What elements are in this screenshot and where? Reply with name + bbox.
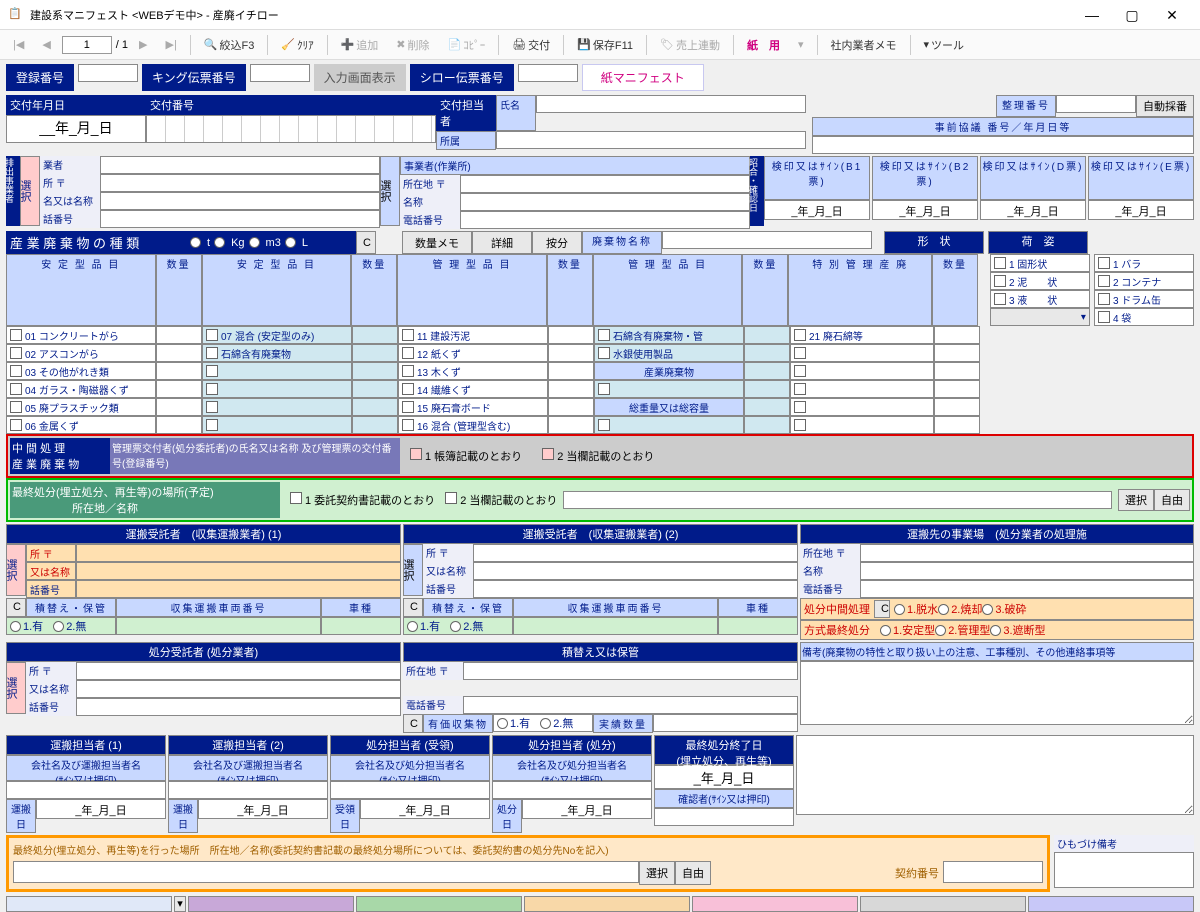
clear-button[interactable]: 🧹ｸﾘｱ xyxy=(274,34,320,56)
nisugata-item[interactable]: 2 コンテナ xyxy=(1094,272,1194,290)
seiri-number-input[interactable] xyxy=(1056,95,1136,113)
nisugata-item[interactable]: 3 ドラム缶 xyxy=(1094,290,1194,308)
keijo-item[interactable]: 2 泥 状 xyxy=(990,272,1090,290)
page-input[interactable] xyxy=(62,36,112,54)
waste-item[interactable]: 07 混合 (安定型のみ) xyxy=(202,326,352,344)
final-place-select[interactable]: 選択 xyxy=(639,861,675,885)
waste-item[interactable]: 石綿含有廃棄物 xyxy=(202,344,352,362)
waste-item[interactable]: 13 木くず xyxy=(398,362,548,380)
waste-item[interactable]: 04 ガラス・陶磁器くず xyxy=(6,380,156,398)
waste-item[interactable]: 02 アスコンがら xyxy=(6,344,156,362)
biko2-textarea[interactable] xyxy=(796,735,1194,815)
waste-item[interactable]: 01 コンクリートがら xyxy=(6,326,156,344)
waste-item[interactable]: 石綿含有廃棄物・管 xyxy=(594,326,744,344)
final-place-box: 最終処分(埋立処分、再生等)を行った場所 所在地／名称(委託契約書記載の最終処分… xyxy=(6,835,1050,892)
top-button-row: 登録番号 キング伝票番号 入力画面表示 シロー伝票番号 紙マニフェスト xyxy=(0,60,1200,95)
king-slip-button[interactable]: キング伝票番号 xyxy=(142,64,246,91)
window-titlebar: 📋 建設系マニフェスト <WEBデモ中> - 産廃イチロー — ▢ ✕ xyxy=(0,0,1200,30)
reg-number-button[interactable]: 登録番号 xyxy=(6,64,74,91)
last-page-button[interactable]: ▶| xyxy=(159,35,184,54)
issue-date-label: 交付年月日 xyxy=(6,95,146,115)
shiro-slip-button[interactable]: シロー伝票番号 xyxy=(410,64,514,91)
sales-button[interactable]: 🏷売上連動 xyxy=(653,34,727,56)
waste-item[interactable]: 14 繊維くず xyxy=(398,380,548,398)
jizen-input[interactable] xyxy=(812,136,1194,154)
issuer-name-input[interactable] xyxy=(536,95,806,113)
c-button[interactable]: C xyxy=(356,231,376,254)
save-button[interactable]: 💾保存F11 xyxy=(570,34,640,56)
issue-date-input[interactable]: __年_月_日 xyxy=(6,115,146,143)
trans1-select[interactable]: 選択 xyxy=(6,544,26,596)
page-total: / 1 xyxy=(116,39,128,51)
disposal-select[interactable]: 選択 xyxy=(6,662,26,714)
close-button[interactable]: ✕ xyxy=(1152,3,1192,27)
input-display-button[interactable]: 入力画面表示 xyxy=(314,64,406,91)
nisugata-item[interactable]: 4 袋 xyxy=(1094,308,1194,326)
keijo-item[interactable]: 3 液 状 xyxy=(990,290,1090,308)
trans2-select[interactable]: 選択 xyxy=(403,544,423,596)
waste-item[interactable]: 総重量又は総容量 xyxy=(594,398,744,416)
minimize-button[interactable]: — xyxy=(1072,3,1112,27)
final-disposal-box: 最終処分(埋立処分、再生等)の場所(予定)所在地／名称 1 委託契約書記載のとお… xyxy=(6,478,1194,522)
copy-button[interactable]: 📄ｺﾋﾟｰ xyxy=(441,34,493,56)
issue-number-label: 交付番号 xyxy=(146,95,436,115)
final-place-input[interactable] xyxy=(13,861,639,883)
final-free-button[interactable]: 自由 xyxy=(1154,489,1190,511)
anbun-button[interactable]: 按分 xyxy=(532,231,582,254)
waste-item[interactable]: 水銀使用製品 xyxy=(594,344,744,362)
waste-item[interactable]: 11 建設汚泥 xyxy=(398,326,548,344)
tools-button[interactable]: ▾ツール xyxy=(917,34,972,56)
next-page-button[interactable]: ▶ xyxy=(132,35,154,54)
biko-textarea[interactable] xyxy=(800,661,1194,725)
prev-page-button[interactable]: ◀ xyxy=(35,35,57,54)
reg-number-input[interactable] xyxy=(78,64,138,82)
waste-item[interactable]: 03 その他がれき類 xyxy=(6,362,156,380)
app-icon: 📋 xyxy=(8,7,24,23)
waste-item[interactable]: 15 廃石膏ボード xyxy=(398,398,548,416)
keijo-item[interactable]: 1 固形状 xyxy=(990,254,1090,272)
paper-button[interactable]: 紙 用 xyxy=(740,34,787,56)
memo-button[interactable]: 社内業者メモ xyxy=(824,34,904,56)
qty-memo-button[interactable]: 数量メモ xyxy=(402,231,472,254)
window-title: 建設系マニフェスト <WEBデモ中> - 産廃イチロー xyxy=(30,7,1072,23)
issue-button[interactable]: 🖨交付 xyxy=(505,34,557,56)
waste-item[interactable]: 16 混合 (管理型含む) xyxy=(398,416,548,434)
issuer-dept-input[interactable] xyxy=(496,131,806,149)
narrow-button[interactable]: 🔍絞込F3 xyxy=(197,34,262,56)
issue-number-input[interactable] xyxy=(146,115,436,143)
contract-number-input[interactable] xyxy=(943,861,1043,883)
shiro-slip-input[interactable] xyxy=(518,64,578,82)
final-place-free[interactable]: 自由 xyxy=(675,861,711,885)
king-slip-input[interactable] xyxy=(250,64,310,82)
intermediate-processing-box: 中 間 処 理産 業 廃 棄 物 管理票交付者(処分委託者)の氏名又は名称 及び… xyxy=(6,434,1194,478)
auto-number-button[interactable]: 自動採番 xyxy=(1136,95,1194,117)
waste-item[interactable]: 06 金属くず xyxy=(6,416,156,434)
main-toolbar: |◀ ◀ / 1 ▶ ▶| 🔍絞込F3 🧹ｸﾘｱ ➕追加 ✖削除 📄ｺﾋﾟｰ 🖨… xyxy=(0,30,1200,60)
site-select-button[interactable]: 選択 xyxy=(380,156,400,226)
detail-button[interactable]: 詳細 xyxy=(472,231,532,254)
emitter-select-button[interactable]: 選択 xyxy=(20,156,40,226)
final-disposal-input[interactable] xyxy=(563,491,1112,509)
paper-manifest-button[interactable]: 紙マニフェスト xyxy=(582,64,704,91)
waste-name-input[interactable] xyxy=(662,231,872,249)
waste-item[interactable]: 21 廃石綿等 xyxy=(790,326,934,344)
add-button[interactable]: ➕追加 xyxy=(334,34,386,56)
waste-item[interactable]: 産業廃棄物 xyxy=(594,362,744,380)
maximize-button[interactable]: ▢ xyxy=(1112,3,1152,27)
waste-item[interactable]: 05 廃プラスチック類 xyxy=(6,398,156,416)
final-select-button[interactable]: 選択 xyxy=(1118,489,1154,511)
issuer-label: 交付担当者 xyxy=(436,95,496,131)
himo-biko-input[interactable] xyxy=(1054,852,1194,888)
waste-item[interactable]: 12 紙くず xyxy=(398,344,548,362)
delete-button[interactable]: ✖削除 xyxy=(389,34,436,56)
first-page-button[interactable]: |◀ xyxy=(6,35,31,54)
nisugata-item[interactable]: 1 バラ xyxy=(1094,254,1194,272)
